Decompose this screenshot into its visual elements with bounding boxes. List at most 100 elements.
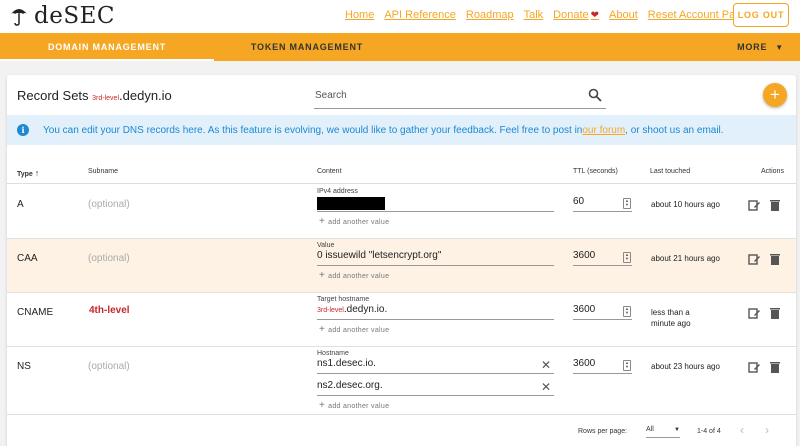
content-label: IPv4 address bbox=[317, 188, 358, 195]
ttl-input[interactable]: 3600 ▲ ▼ bbox=[573, 250, 632, 266]
add-value-label: add another value bbox=[328, 327, 390, 334]
content-input[interactable] bbox=[317, 196, 554, 212]
search-input[interactable]: Search bbox=[314, 85, 606, 109]
table-row: CNAME 4th-level Target hostname 3rd-leve… bbox=[7, 293, 796, 347]
info-text: You can edit your DNS records here. As t… bbox=[43, 124, 583, 136]
col-content: Content bbox=[317, 168, 342, 175]
prev-page-button[interactable]: ‹ bbox=[740, 423, 744, 437]
content-value: .dedyn.io. bbox=[343, 304, 388, 315]
logo-text: deSEC bbox=[34, 3, 115, 29]
umbrella-icon bbox=[11, 9, 27, 26]
info-text-end: , or shoot us an email. bbox=[625, 124, 724, 136]
last-touched: less than a minute ago bbox=[651, 308, 691, 328]
content-input[interactable]: ns2.desec.org. bbox=[317, 380, 554, 396]
add-value-link[interactable]: + add another value bbox=[319, 216, 389, 227]
tab-bar: DOMAIN MANAGEMENT TOKEN MANAGEMENT MORE … bbox=[0, 33, 800, 61]
add-value-link[interactable]: + add another value bbox=[319, 270, 389, 281]
page-range: 1-4 of 4 bbox=[697, 428, 721, 435]
rows-per-page-select[interactable]: All ▼ bbox=[646, 426, 680, 438]
record-type: CNAME bbox=[17, 307, 54, 318]
nav-roadmap[interactable]: Roadmap bbox=[466, 9, 514, 21]
nav-donate[interactable]: Donate ❤ bbox=[553, 9, 599, 21]
forum-link[interactable]: our forum bbox=[582, 125, 625, 136]
delete-icon[interactable] bbox=[769, 253, 781, 265]
stepper-icon[interactable]: ▲ ▼ bbox=[623, 306, 631, 317]
add-value-link[interactable]: + add another value bbox=[319, 324, 389, 335]
delete-icon[interactable] bbox=[769, 307, 781, 319]
col-subname[interactable]: Subname bbox=[88, 168, 118, 175]
add-record-button[interactable]: + bbox=[763, 83, 787, 107]
col-type-label: Type bbox=[17, 171, 33, 178]
nav-talk[interactable]: Talk bbox=[524, 9, 544, 21]
subname-input[interactable]: 4th-level bbox=[89, 305, 130, 316]
add-value-label: add another value bbox=[328, 403, 390, 410]
content-input[interactable]: 3rd-level.dedyn.io. bbox=[317, 304, 554, 320]
page-title: Record Sets 3rd-level.dedyn.io bbox=[17, 88, 172, 103]
add-value-label: add another value bbox=[328, 219, 390, 226]
next-page-button[interactable]: › bbox=[765, 423, 769, 437]
edit-icon[interactable] bbox=[748, 307, 760, 319]
content-level-label: 3rd-level bbox=[317, 307, 344, 314]
record-type: CAA bbox=[17, 253, 38, 264]
last-touched: about 21 hours ago bbox=[651, 254, 720, 263]
logout-button[interactable]: LOG OUT bbox=[733, 3, 789, 27]
subname-input[interactable]: (optional) bbox=[88, 253, 130, 264]
table-row: NS (optional) Hostname ns1.desec.io. ✕ n… bbox=[7, 347, 796, 415]
title-domain: .dedyn.io bbox=[119, 88, 172, 103]
rows-per-page-label: Rows per page: bbox=[578, 428, 628, 435]
stepper-icon[interactable]: ▲ ▼ bbox=[623, 198, 631, 209]
tab-token-management[interactable]: TOKEN MANAGEMENT bbox=[214, 33, 400, 61]
add-value-label: add another value bbox=[328, 273, 390, 280]
search-placeholder: Search bbox=[315, 90, 347, 101]
rows-per-page-value: All bbox=[646, 426, 654, 433]
subname-input[interactable]: (optional) bbox=[88, 361, 130, 372]
edit-icon[interactable] bbox=[748, 199, 760, 211]
more-menu[interactable]: MORE ▼ bbox=[737, 33, 784, 61]
col-ttl[interactable]: TTL (seconds) bbox=[573, 168, 618, 175]
clear-icon[interactable]: ✕ bbox=[541, 380, 551, 394]
logo[interactable]: deSEC bbox=[10, 3, 115, 29]
nav-about[interactable]: About bbox=[609, 9, 638, 21]
stepper-icon[interactable]: ▲ ▼ bbox=[623, 252, 631, 263]
nav-home[interactable]: Home bbox=[345, 9, 374, 21]
add-value-link[interactable]: + add another value bbox=[319, 400, 389, 411]
top-header: deSEC Home API Reference Roadmap Talk Do… bbox=[0, 0, 800, 33]
record-type: NS bbox=[17, 361, 31, 372]
ttl-input[interactable]: 3600 ▲ ▼ bbox=[573, 304, 632, 320]
content-input[interactable]: ns1.desec.io. bbox=[317, 358, 554, 374]
col-last-touched[interactable]: Last touched bbox=[650, 168, 690, 175]
edit-icon[interactable] bbox=[748, 253, 760, 265]
info-banner: i You can edit your DNS records here. As… bbox=[7, 115, 796, 145]
heart-icon: ❤ bbox=[590, 10, 600, 21]
content-label: Value bbox=[317, 242, 335, 249]
delete-icon[interactable] bbox=[769, 361, 781, 373]
plus-icon: + bbox=[319, 324, 326, 335]
content-input[interactable]: 0 issuewild "letsencrypt.org" bbox=[317, 250, 554, 266]
tab-domain-management[interactable]: DOMAIN MANAGEMENT bbox=[0, 33, 214, 61]
search-icon bbox=[588, 88, 602, 102]
info-icon: i bbox=[17, 124, 29, 136]
plus-icon: + bbox=[319, 270, 326, 281]
clear-icon[interactable]: ✕ bbox=[541, 358, 551, 372]
edit-icon[interactable] bbox=[748, 361, 760, 373]
delete-icon[interactable] bbox=[769, 199, 781, 211]
record-sets-card: Record Sets 3rd-level.dedyn.io Search + … bbox=[7, 75, 796, 446]
subname-input[interactable]: (optional) bbox=[88, 199, 130, 210]
plus-icon: + bbox=[319, 216, 326, 227]
table-row: A (optional) IPv4 address + add another v… bbox=[7, 185, 796, 239]
last-touched: about 23 hours ago bbox=[651, 362, 720, 371]
more-label: MORE bbox=[737, 42, 768, 52]
table-row: CAA (optional) Value 0 issuewild "letsen… bbox=[7, 239, 796, 293]
active-tab-indicator bbox=[0, 59, 214, 61]
content-label: Target hostname bbox=[317, 296, 370, 303]
sort-arrow-up-icon: ↑ bbox=[34, 168, 40, 178]
ttl-input[interactable]: 3600 ▲ ▼ bbox=[573, 358, 632, 374]
nav-api-reference[interactable]: API Reference bbox=[384, 9, 456, 21]
col-type[interactable]: Type ↑ bbox=[17, 168, 39, 178]
content-label: Hostname bbox=[317, 350, 349, 357]
ttl-value: 3600 bbox=[573, 250, 596, 261]
ttl-input[interactable]: 60 ▲ ▼ bbox=[573, 196, 632, 212]
stepper-icon[interactable]: ▲ ▼ bbox=[623, 360, 631, 371]
col-actions: Actions bbox=[761, 168, 784, 175]
caret-down-icon: ▼ bbox=[674, 427, 680, 433]
